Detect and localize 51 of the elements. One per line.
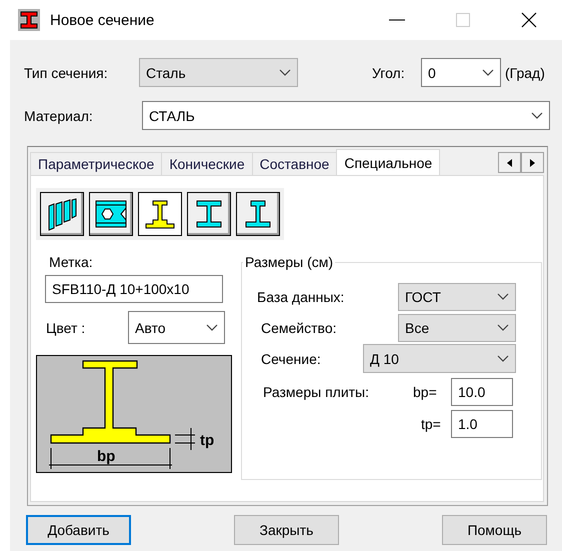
width-label: bp [97, 448, 116, 465]
angle-unit: (Град) [505, 64, 545, 80]
plate-width-label: bp= [413, 384, 438, 400]
maximize-icon [456, 13, 470, 27]
dialog-button[interactable]: Добавить [26, 515, 131, 545]
angle-label: Угол: [372, 64, 406, 80]
minimize-icon [389, 19, 405, 21]
section-type-button[interactable] [138, 192, 182, 236]
chevron-icon [531, 112, 543, 120]
section-type-dropdown[interactable]: Сталь [139, 58, 298, 87]
material-label: Материал: [24, 108, 94, 124]
color-dropdown[interactable]: Авто [128, 311, 225, 344]
color-label: Цвет : [46, 320, 86, 336]
i-beam-icon [18, 9, 40, 31]
chevron-icon [497, 354, 509, 362]
chevron-icon [497, 292, 509, 300]
family-label: Семейство: [261, 320, 338, 336]
plate-thickness-field[interactable]: 1.0 [451, 410, 513, 438]
section-dropdown[interactable]: Д 10 [363, 344, 516, 373]
caret-left-icon [507, 158, 512, 166]
window-title: Новое сечение [50, 12, 154, 28]
section-type-button[interactable] [89, 192, 133, 236]
section-label: Сечение: [261, 350, 322, 366]
mark-label: Метка: [49, 254, 94, 270]
caret-right-icon [530, 158, 535, 166]
section-type-button[interactable] [236, 192, 280, 236]
scroll-left-button[interactable] [498, 152, 521, 173]
tab[interactable]: Параметрическое [30, 152, 162, 175]
section-type-button[interactable] [187, 192, 231, 236]
section-type-button[interactable] [40, 192, 84, 236]
angle-dropdown[interactable]: 0 [421, 58, 501, 87]
mark-field[interactable]: SFB110-Д 10+100x10 [45, 275, 223, 303]
dialog-button[interactable]: Закрыть [234, 515, 339, 545]
group-title: Размеры (см) [244, 254, 334, 270]
chevron-icon [482, 68, 494, 76]
chevron-icon [279, 68, 291, 76]
chevron-icon [497, 324, 509, 332]
family-dropdown[interactable]: Все [398, 314, 516, 342]
section-type-label: Тип сечения: [24, 64, 109, 80]
plate-width-field[interactable]: 10.0 [451, 378, 513, 406]
plate-size-label: Размеры плиты: [263, 384, 370, 400]
thickness-label: tp [200, 432, 214, 449]
scroll-right-button[interactable] [521, 152, 544, 173]
plate-thickness-label: tp= [421, 416, 442, 432]
tab[interactable]: Специальное [336, 149, 440, 175]
database-dropdown[interactable]: ГОСТ [398, 282, 516, 310]
database-label: База данных: [257, 288, 346, 304]
material-dropdown[interactable]: СТАЛЬ [142, 101, 550, 130]
dialog-button[interactable]: Помощь [442, 515, 547, 545]
chevron-icon [206, 324, 218, 332]
close-icon [521, 12, 537, 28]
